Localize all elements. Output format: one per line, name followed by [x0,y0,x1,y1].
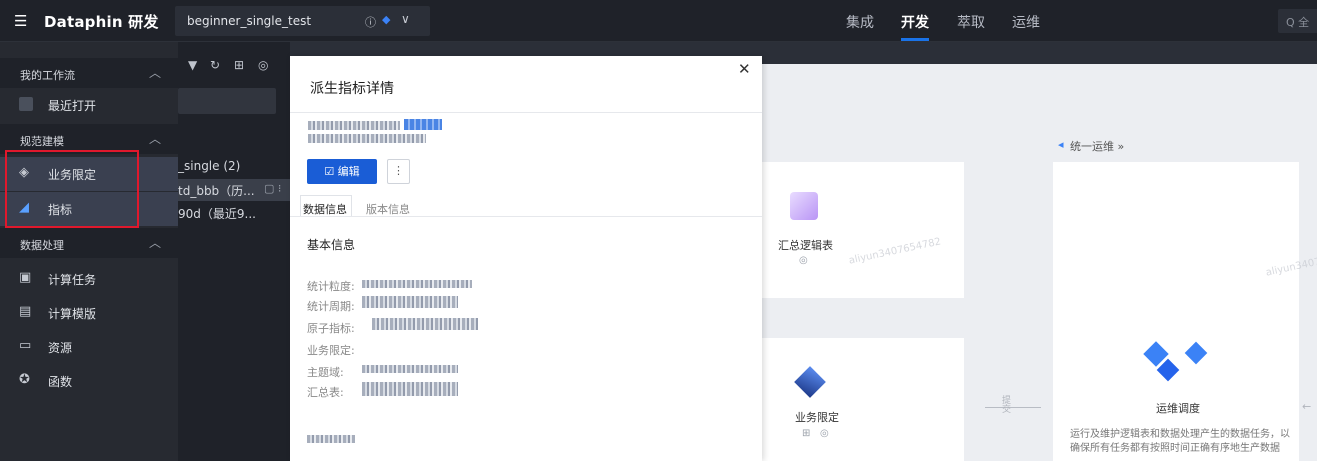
node-ops-schedule-label: 运维调度 [1156,402,1200,415]
divider [290,112,762,113]
redacted-value [372,318,478,330]
location-icon[interactable]: ◎ [820,428,829,439]
ops-description: 运行及维护逻辑表和数据处理产生的数据任务，以确保所有任务都有按照时间正确有序地生… [1070,429,1290,454]
sidebar-item-label: 计算模版 [48,307,97,321]
terminal-icon: ▣ [19,270,32,285]
project-name: beginner_single_test [187,14,312,28]
redacted-value [362,382,458,396]
tree-row[interactable]: _single (2) [178,156,290,178]
sidebar-group-workflow[interactable]: 我的工作流 ︿ [0,58,178,88]
redacted-metric-code [308,134,426,143]
project-selector[interactable]: beginner_single_test ⓘ ◆ ∨ [175,6,430,36]
highlight-annotation [5,150,139,228]
tab-data-info[interactable]: 数据信息 [303,201,347,217]
sidebar-item-function[interactable]: ✪ 函数 [0,364,178,398]
redacted-value [362,365,458,373]
group-label: 我的工作流 [20,69,75,82]
close-icon[interactable]: ✕ [738,60,751,78]
redacted-footer [307,435,355,443]
nav-tab-develop[interactable]: 开发 [901,12,929,32]
tree-row-label: td_bbb（历... [178,184,255,198]
tree-search-input[interactable] [178,88,276,114]
summary-table-icon [790,192,818,220]
field-label-summary-table: 汇总表: [307,386,344,399]
ops-icon: ◂ [1058,138,1064,151]
sidebar-item-recent[interactable]: 最近打开 [0,88,178,122]
sidebar-group-processing[interactable]: 数据处理 ︿ [0,228,178,258]
field-label-granularity: 统计粒度: [307,280,355,293]
card-ops-schedule[interactable] [1053,162,1299,461]
node-business-filter-label: 业务限定 [795,411,839,424]
function-icon: ✪ [19,372,30,387]
card-business-filter[interactable] [760,338,964,461]
field-label-period: 统计周期: [307,300,355,313]
sidebar-item-label: 资源 [48,341,73,355]
derived-metric-detail-drawer: 派生指标详情 ✕ ☑ 编辑 ⋮ 数据信息 版本信息 基本信息 统计粒度: 统计周… [290,56,762,461]
sidebar-item-label: 最近打开 [48,99,97,113]
field-label-atomic-metric: 原子指标: [307,322,355,335]
global-search[interactable]: Q 全 [1278,9,1317,33]
refresh-icon[interactable]: ↻ [210,58,220,72]
redacted-value [362,280,472,288]
arrow-label: 提交 [1000,395,1010,413]
field-label-business-filter: 业务限定: [307,344,355,357]
group-label: 规范建模 [20,135,64,148]
sidebar-item-resource[interactable]: ▭ 资源 [0,330,178,364]
filter-icon[interactable]: ▼ [188,58,197,72]
location-icon[interactable]: ◎ [258,58,268,72]
node-summary-table-label: 汇总逻辑表 [778,239,833,252]
flow-arrow [985,407,1041,408]
active-tab-indicator [901,38,929,41]
info-icon[interactable]: ⓘ [365,14,376,30]
location-icon[interactable]: ◎ [799,255,808,266]
tree-panel: ▼ ↻ ⊞ ◎ _single (2) td_bbb（历... ▢ ⁝ 90d（… [178,42,290,461]
sidebar-item-compute-task[interactable]: ▣ 计算任务 [0,262,178,296]
nav-tab-operations[interactable]: 运维 [1012,12,1040,32]
add-icon[interactable]: ⊞ [802,428,810,439]
tree-row[interactable]: td_bbb（历... ▢ ⁝ [178,179,290,201]
sidebar-item-label: 函数 [48,375,73,389]
top-bar: ☰ Dataphin 研发 beginner_single_test ⓘ ◆ ∨… [0,0,1317,42]
resource-icon: ▭ [19,338,32,353]
drawer-title: 派生指标详情 [310,81,394,97]
sidebar-item-label: 计算任务 [48,273,97,287]
recent-icon [19,97,33,111]
tree-row[interactable]: 90d（最近9... [178,202,290,224]
nav-tab-extract[interactable]: 萃取 [957,12,985,32]
row-tools-icon[interactable]: ▢ ⁝ [264,182,281,195]
group-label: 数据处理 [20,239,64,252]
section-header-ops[interactable]: 统一运维 » [1070,138,1124,154]
chevron-up-icon[interactable]: ︿ [149,64,161,81]
section-title: 基本信息 [307,238,356,252]
add-file-icon[interactable]: ⊞ [234,58,244,72]
sidebar: 我的工作流 ︿ 最近打开 规范建模 ︿ ◈ 业务限定 ◢ 指标 数据处理 ︿ ▣… [0,42,178,461]
favorite-icon[interactable]: ◆ [382,13,390,26]
sidebar-item-compute-template[interactable]: ▤ 计算模版 [0,296,178,330]
arrow-left-icon: ← [1302,400,1312,413]
tab-version-info[interactable]: 版本信息 [366,201,410,217]
edit-button[interactable]: ☑ 编辑 [307,159,377,184]
chevron-up-icon[interactable]: ︿ [149,234,161,251]
tab-divider [290,216,762,217]
app-title: Dataphin 研发 [44,13,159,31]
redacted-metric-name [308,121,400,130]
field-label-subject-area: 主题域: [307,366,344,379]
redacted-value [362,296,458,308]
redacted-tag [404,119,442,130]
nav-tab-integration[interactable]: 集成 [846,12,874,32]
more-button[interactable]: ⋮ [387,159,410,184]
card-summary-table[interactable] [760,162,964,298]
menu-icon[interactable]: ☰ [14,14,28,29]
template-icon: ▤ [19,304,32,319]
chevron-up-icon[interactable]: ︿ [149,130,161,147]
chevron-down-icon[interactable]: ∨ [401,12,410,26]
